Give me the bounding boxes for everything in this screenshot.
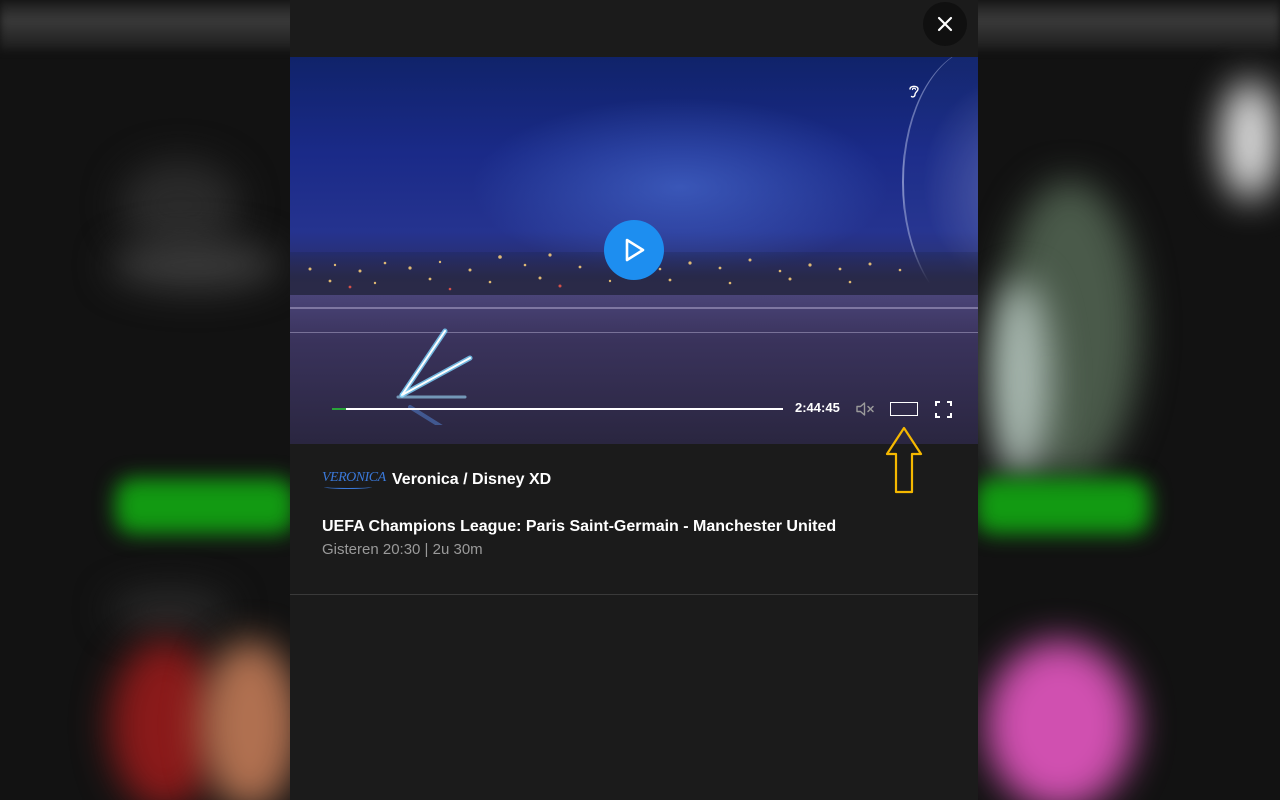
background-blob (110, 590, 230, 630)
video-modal: 2:44:45 VERONICA Veronica / Disney XD UE… (290, 0, 978, 800)
close-icon (937, 16, 953, 32)
background-green-button (115, 478, 295, 534)
background-blob (110, 240, 280, 290)
modal-header (290, 0, 978, 57)
background-green-button (975, 478, 1150, 534)
play-button[interactable] (604, 220, 664, 280)
background-thumbnail (200, 640, 300, 800)
ear-icon[interactable] (907, 83, 921, 99)
volume-muted-icon (856, 402, 874, 416)
play-icon (625, 238, 645, 262)
background-blob (120, 160, 240, 250)
background-thumbnail (985, 640, 1135, 800)
background-blob (1220, 80, 1280, 200)
channel-logo-swoosh (324, 485, 372, 489)
program-title: UEFA Champions League: Paris Saint-Germa… (322, 518, 837, 535)
theater-mode-button[interactable] (890, 402, 918, 416)
player-controls: 2:44:45 (290, 397, 978, 421)
progress-fill (332, 408, 346, 410)
time-remaining: 2:44:45 (795, 400, 840, 415)
mute-button[interactable] (855, 400, 877, 418)
background-blob (990, 280, 1050, 480)
channel-logo: VERONICA (322, 470, 386, 490)
fullscreen-icon (935, 401, 952, 418)
fullscreen-button[interactable] (935, 401, 952, 418)
divider (290, 594, 978, 595)
program-meta: Gisteren 20:30 | 2u 30m (322, 541, 483, 558)
video-player[interactable]: 2:44:45 (290, 57, 978, 444)
channel-name: Veronica / Disney XD (392, 471, 552, 488)
progress-bar[interactable] (332, 408, 783, 410)
close-button[interactable] (923, 2, 967, 46)
channel-logo-text: VERONICA (322, 470, 386, 485)
